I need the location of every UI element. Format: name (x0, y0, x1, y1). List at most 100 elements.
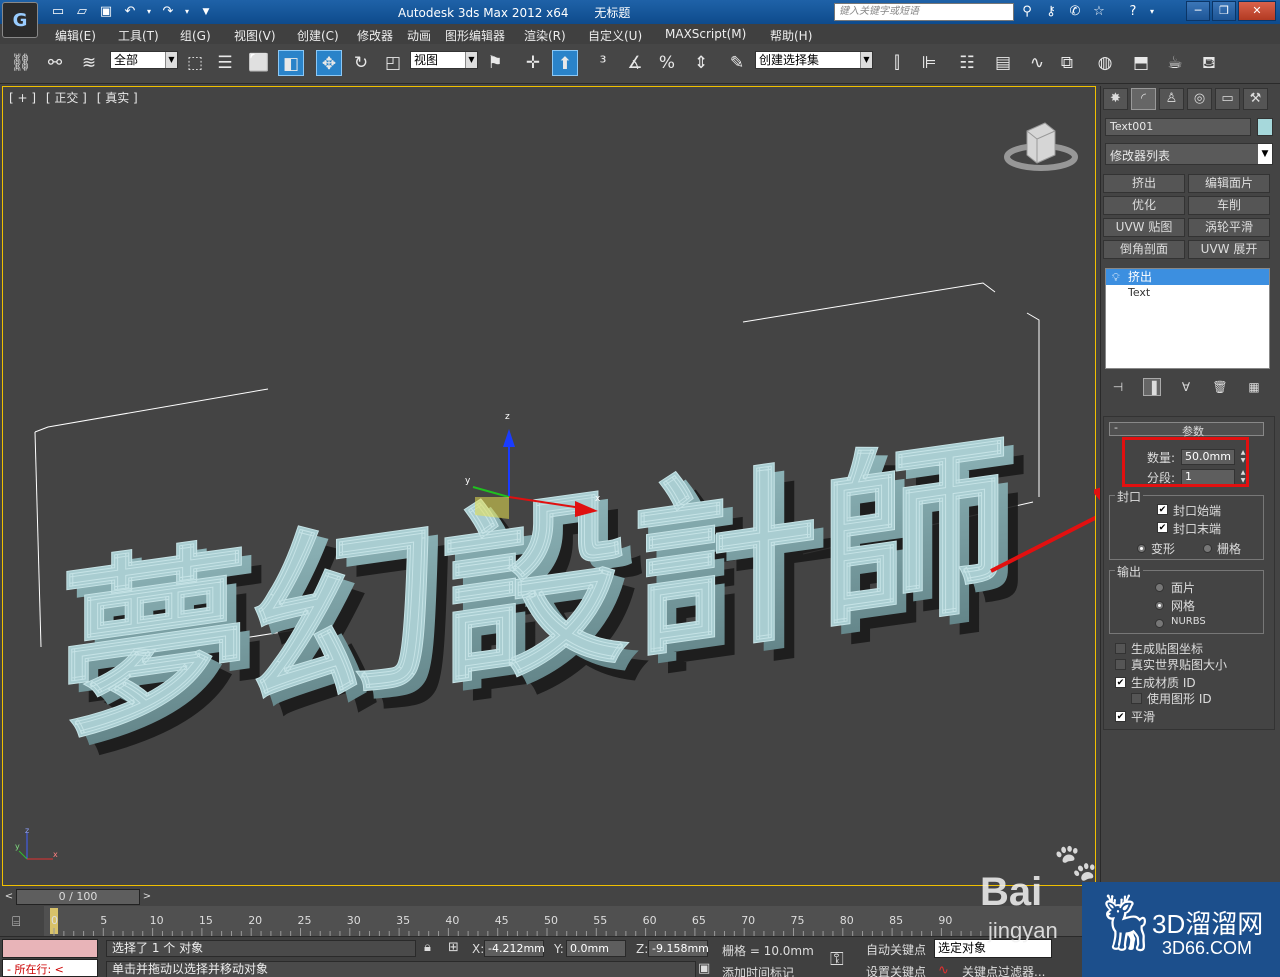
layer-manager-icon[interactable]: ☷ (954, 50, 980, 76)
pivot-center-icon[interactable]: ⚑ (482, 50, 508, 76)
object-name-field[interactable]: Text001 (1105, 118, 1251, 136)
snaps-toggle-icon[interactable]: ³ (590, 50, 616, 76)
open-file-icon[interactable]: ▱ (72, 3, 92, 21)
graphite-toolbar-icon[interactable]: ▤ (990, 50, 1016, 76)
utilities-tab-icon[interactable]: ⚒ (1243, 88, 1268, 110)
lightbulb-icon[interactable]: 💡︎ (1112, 270, 1120, 286)
add-time-tag[interactable]: 添加时间标记 (722, 964, 794, 977)
new-file-icon[interactable]: ▭ (48, 3, 68, 21)
y-coordinate-field[interactable]: 0.0mm (566, 940, 626, 957)
unwrap-uvw-button[interactable]: UVW 展开 (1188, 240, 1270, 259)
time-slider-thumb[interactable]: 0 / 100 (16, 889, 140, 905)
stack-item-text[interactable]: Text (1106, 285, 1269, 301)
pin-stack-icon[interactable]: ⊣ (1109, 378, 1127, 396)
menu-animation[interactable]: 动画 (407, 27, 431, 44)
select-manipulate-icon[interactable]: ✛ (520, 50, 546, 76)
track-bar[interactable]: ⌸ 0 5 10 15 20 25 30 35 40 45 50 55 60 65 70 75 80 85 90 (0, 906, 1100, 936)
curve-editor-icon[interactable]: ∿ (1024, 50, 1050, 76)
select-and-move-icon[interactable]: ✥ (316, 50, 342, 76)
menu-maxscript[interactable]: MAXScript(M) (665, 27, 746, 41)
select-and-rotate-icon[interactable]: ↻ (348, 50, 374, 76)
make-unique-icon[interactable]: ∀ (1177, 378, 1195, 396)
uvw-map-button[interactable]: UVW 贴图 (1103, 218, 1185, 237)
lock-icon[interactable]: 🔒︎ (424, 940, 431, 955)
percent-snap-icon[interactable]: % (654, 50, 680, 76)
maxscript-line[interactable]: - 所在行: < (2, 959, 98, 977)
menu-tools[interactable]: 工具(T) (118, 27, 159, 44)
auto-key-button[interactable]: 自动关键点 (866, 941, 926, 958)
menu-modifiers[interactable]: 修改器 (357, 27, 393, 44)
lathe-button[interactable]: 车削 (1188, 196, 1270, 215)
bind-space-warp-icon[interactable]: ≋ (76, 50, 102, 76)
window-crossing-icon[interactable]: ◧ (278, 50, 304, 76)
key-icon[interactable]: ⚿ (830, 949, 844, 970)
help-dropdown-icon[interactable]: ▾ (1148, 3, 1156, 21)
spinner-snap-icon[interactable]: ⇕ (688, 50, 714, 76)
motion-tab-icon[interactable]: ◎ (1187, 88, 1212, 110)
modify-tab-icon[interactable]: ◜ (1131, 88, 1156, 110)
time-tag-icon[interactable]: ▣ (698, 961, 710, 976)
key-filters-button[interactable]: 关键点过滤器... (962, 963, 1045, 977)
reference-coordinate-dropdown[interactable]: 视图 ▼ (410, 51, 478, 69)
render-setup-icon[interactable]: ⬒ (1128, 50, 1154, 76)
keyboard-shortcut-toggle-icon[interactable]: ⬆ (552, 50, 578, 76)
menu-graph-editors[interactable]: 图形编辑器 (445, 27, 505, 44)
rectangular-selection-icon[interactable]: ⬜ (246, 50, 272, 76)
display-tab-icon[interactable]: ▭ (1215, 88, 1240, 110)
search-input[interactable]: 键入关键字或短语 (834, 3, 1014, 21)
extrude-button[interactable]: 挤出 (1103, 174, 1185, 193)
next-frame-icon[interactable]: > (140, 890, 154, 904)
render-production-icon[interactable]: ⛾ (1196, 50, 1222, 76)
edit-patch-button[interactable]: 编辑面片 (1188, 174, 1270, 193)
named-selection-dropdown[interactable]: 创建选择集 ▼ (755, 51, 873, 69)
select-and-scale-icon[interactable]: ◰ (380, 50, 406, 76)
configure-modifier-sets-icon[interactable]: ▦ (1245, 378, 1263, 396)
help-icon[interactable]: ? (1124, 3, 1142, 21)
close-button[interactable]: ✕ (1238, 1, 1276, 21)
menu-rendering[interactable]: 渲染(R) (524, 27, 566, 44)
align-icon[interactable]: ⊫ (916, 50, 942, 76)
edit-named-selection-icon[interactable]: ✎ (724, 50, 750, 76)
hierarchy-tab-icon[interactable]: ♙ (1159, 88, 1184, 110)
set-key-button[interactable]: 设置关键点 (866, 963, 926, 977)
absolute-mode-icon[interactable]: ⊞ (448, 940, 459, 955)
time-slider[interactable]: < 0 / 100 > (0, 888, 1100, 906)
menu-create[interactable]: 创建(C) (297, 27, 339, 44)
customize-quick-access-icon[interactable]: ▼ (196, 3, 216, 21)
perspective-viewport[interactable]: [ + ] [ 正交 ] [ 真实 ] 夢幻設計師 夢幻設計師 夢幻設計師 x … (2, 86, 1096, 886)
previous-frame-icon[interactable]: < (2, 890, 16, 904)
viewcube[interactable] (1003, 117, 1079, 177)
redo-dropdown-icon[interactable]: ▾ (182, 3, 192, 21)
undo-icon[interactable]: ↶ (120, 3, 140, 21)
show-end-result-icon[interactable]: ▐ (1143, 378, 1161, 396)
binoculars-icon[interactable]: ⚲ (1018, 3, 1036, 21)
app-logo-button[interactable]: G (2, 2, 38, 38)
angle-snap-icon[interactable]: ∡ (622, 50, 648, 76)
favorites-star-icon[interactable]: ☆ (1090, 3, 1108, 21)
mirror-icon[interactable]: ⫿ (884, 50, 910, 76)
menu-edit[interactable]: 编辑(E) (55, 27, 96, 44)
redo-icon[interactable]: ↷ (158, 3, 178, 21)
turbosmooth-button[interactable]: 涡轮平滑 (1188, 218, 1270, 237)
create-tab-icon[interactable]: ✸ (1103, 88, 1128, 110)
menu-group[interactable]: 组(G) (180, 27, 211, 44)
restore-button[interactable]: ❐ (1212, 1, 1236, 21)
select-by-name-icon[interactable]: ☰ (212, 50, 238, 76)
selection-filter-dropdown[interactable]: 全部 ▼ (110, 51, 178, 69)
maxscript-listener[interactable] (2, 939, 98, 958)
menu-customize[interactable]: 自定义(U) (588, 27, 642, 44)
menu-views[interactable]: 视图(V) (234, 27, 276, 44)
bevel-profile-button[interactable]: 倒角剖面 (1103, 240, 1185, 259)
save-icon[interactable]: ▣ (96, 3, 116, 21)
communication-icon[interactable]: ✆ (1066, 3, 1084, 21)
menu-help[interactable]: 帮助(H) (770, 27, 812, 44)
remove-modifier-icon[interactable]: 🗑︎ (1211, 378, 1229, 396)
stack-item-extrude[interactable]: 💡︎ 挤出 (1106, 269, 1269, 285)
object-color-swatch[interactable] (1257, 118, 1273, 136)
material-editor-icon[interactable]: ◍ (1092, 50, 1118, 76)
link-icon[interactable]: ⛓ (8, 50, 34, 76)
rendered-frame-window-icon[interactable]: ☕ (1162, 50, 1188, 76)
z-coordinate-field[interactable]: -9.158mm (648, 940, 709, 957)
minimize-button[interactable]: ─ (1186, 1, 1210, 21)
subscription-icon[interactable]: ⚷ (1042, 3, 1060, 21)
